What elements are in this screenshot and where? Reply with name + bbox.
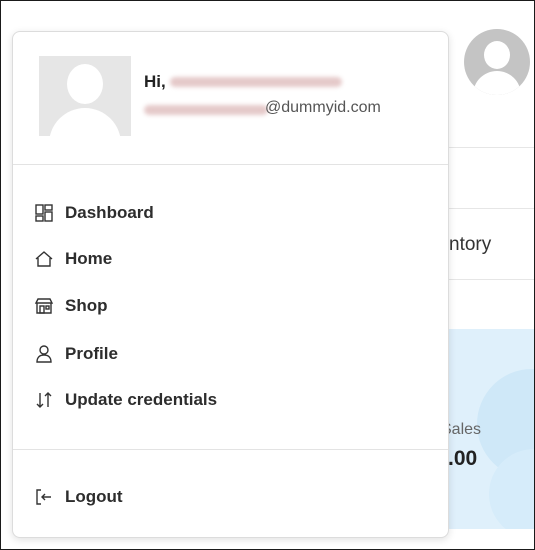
menu-item-label: Logout [65,487,123,506]
menu-item-update-credentials[interactable]: Update credentials [34,390,217,410]
menu-item-home[interactable]: Home [34,249,112,269]
nav-inventory-label[interactable]: ntory [449,234,491,256]
menu-item-shop[interactable]: Shop [34,296,108,316]
header-avatar[interactable] [464,29,530,95]
user-avatar [39,56,131,136]
user-greeting: Hi, [144,72,166,91]
window-frame: ntory Sales ).00 Hi, @dummyid.com Dashbo… [0,0,535,550]
menu-item-label: Home [65,249,113,268]
menu-item-label: Dashboard [65,203,154,222]
redacted-user-name [170,77,342,87]
menu-item-logout[interactable]: Logout [34,487,123,507]
profile-icon [34,344,54,364]
redacted-email-local [144,105,268,115]
update-credentials-icon [34,390,54,410]
dashboard-icon [34,203,54,223]
menu-item-dashboard[interactable]: Dashboard [34,203,154,223]
user-dropdown-menu: Hi, @dummyid.com Dashboard Home Shop Pro… [12,31,449,538]
logout-icon [34,487,54,507]
user-email-domain: @dummyid.com [265,99,381,116]
header-divider [441,147,534,148]
logout-divider [13,449,448,450]
shop-icon [34,296,54,316]
profile-divider [13,164,448,165]
home-icon [34,249,54,269]
menu-item-label: Profile [65,344,118,363]
menu-item-label: Shop [65,296,108,315]
nav-divider-top [441,208,534,209]
nav-divider-bottom [441,279,534,280]
menu-item-label: Update credentials [65,390,218,409]
menu-item-profile[interactable]: Profile [34,344,118,364]
